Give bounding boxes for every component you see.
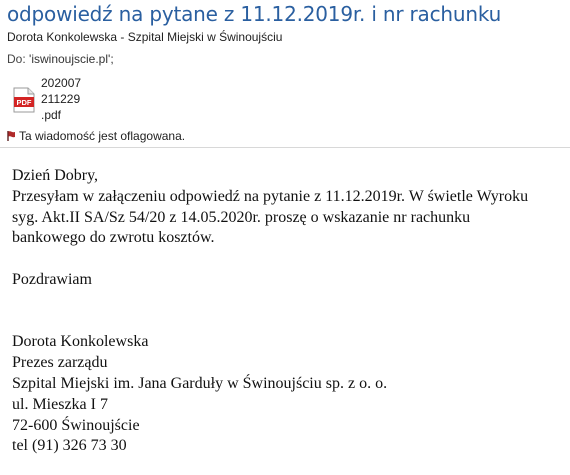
pdf-icon: PDF xyxy=(13,87,35,113)
signature-line: 72-600 Świnoujście xyxy=(12,416,140,434)
body-line: bankowego do zwrotu kosztów. xyxy=(12,229,215,247)
body-line: syg. Akt.II SA/Sz 54/20 z 14.05.2020r. p… xyxy=(12,208,471,226)
attachment-name-line: 211229 xyxy=(41,92,81,106)
attachment-name-line: 202007 xyxy=(41,76,82,90)
header-divider xyxy=(0,147,570,148)
body-line: Przesyłam w załączeniu odpowiedź na pyta… xyxy=(12,187,529,205)
recipient-address[interactable]: 'iswinoujscie.pl'; xyxy=(29,52,114,66)
flag-icon xyxy=(7,131,15,141)
attachment-name-line: .pdf xyxy=(41,108,62,122)
svg-text:PDF: PDF xyxy=(17,98,32,107)
attachment-pdf[interactable]: PDF 202007 211229 .pdf xyxy=(13,75,93,127)
signature-line: Dorota Konkolewska xyxy=(12,333,149,351)
greeting: Dzień Dobry, xyxy=(12,167,99,184)
signature-line: Prezes zarządu xyxy=(12,354,108,372)
signature-line: ul. Mieszka I 7 xyxy=(12,395,108,413)
message-body: Dzień Dobry, Przesyłam w załączeniu odpo… xyxy=(12,166,564,457)
sender-name[interactable]: Dorota Konkolewska - Szpital Miejski w Ś… xyxy=(7,30,282,44)
flag-text: Ta wiadomość jest oflagowana. xyxy=(19,129,186,143)
to-label: Do: xyxy=(7,52,26,66)
closing: Pozdrawiam xyxy=(12,270,92,288)
recipient-line: Do: 'iswinoujscie.pl'; xyxy=(7,52,114,66)
signature-line: tel (91) 326 73 30 xyxy=(12,437,127,455)
email-subject: odpowiedź na pytane z 11.12.2019r. i nr … xyxy=(7,2,502,26)
signature-line: Szpital Miejski im. Jana Garduły w Świno… xyxy=(12,374,388,392)
attachment-name: 202007 211229 .pdf xyxy=(41,75,81,123)
flag-status: Ta wiadomość jest oflagowana. xyxy=(5,129,185,143)
